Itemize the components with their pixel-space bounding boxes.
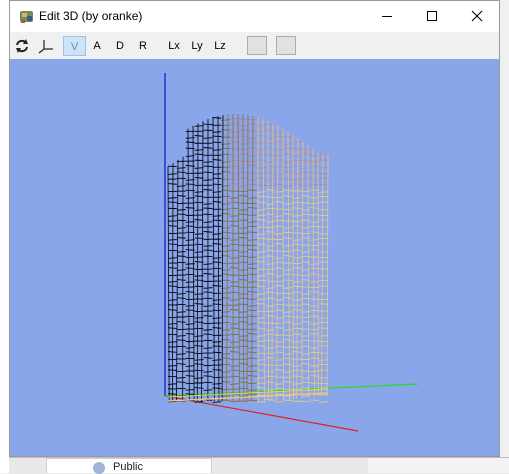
3d-viewport[interactable] — [10, 59, 499, 456]
app-icon — [19, 9, 35, 25]
rotate-icon[interactable] — [13, 37, 31, 55]
maximize-button[interactable] — [409, 1, 454, 32]
close-button[interactable] — [454, 1, 499, 32]
color-swatch-button-1[interactable] — [247, 36, 267, 55]
background-window-edge — [0, 0, 9, 473]
view-mode-r-button[interactable]: R — [134, 36, 152, 56]
light-x-button[interactable]: Lx — [164, 36, 184, 56]
background-tab[interactable]: Public — [46, 458, 212, 473]
view-mode-v-button[interactable]: V — [63, 36, 86, 56]
background-tab-label: Public — [113, 460, 143, 474]
wireframe-mesh — [168, 114, 328, 402]
light-y-button[interactable]: Ly — [187, 36, 207, 56]
axes-icon[interactable] — [37, 37, 55, 55]
edit-3d-window: Edit 3D (by oranke) V A D R Lx Ly Lz — [9, 0, 500, 457]
maximize-icon — [426, 10, 438, 22]
background-panel — [368, 458, 509, 473]
view-mode-d-button[interactable]: D — [111, 36, 129, 56]
minimize-button[interactable] — [364, 1, 409, 32]
view-mode-a-button[interactable]: A — [88, 36, 106, 56]
3d-scene — [10, 59, 499, 456]
toolbar: V A D R Lx Ly Lz — [10, 32, 499, 60]
color-swatch-button-2[interactable] — [276, 36, 296, 55]
close-icon — [471, 10, 483, 22]
globe-icon — [93, 462, 105, 474]
title-bar[interactable]: Edit 3D (by oranke) — [10, 1, 499, 32]
light-z-button[interactable]: Lz — [210, 36, 230, 56]
x-axis — [165, 396, 358, 431]
minimize-icon — [381, 10, 393, 22]
window-title: Edit 3D (by oranke) — [39, 9, 142, 23]
